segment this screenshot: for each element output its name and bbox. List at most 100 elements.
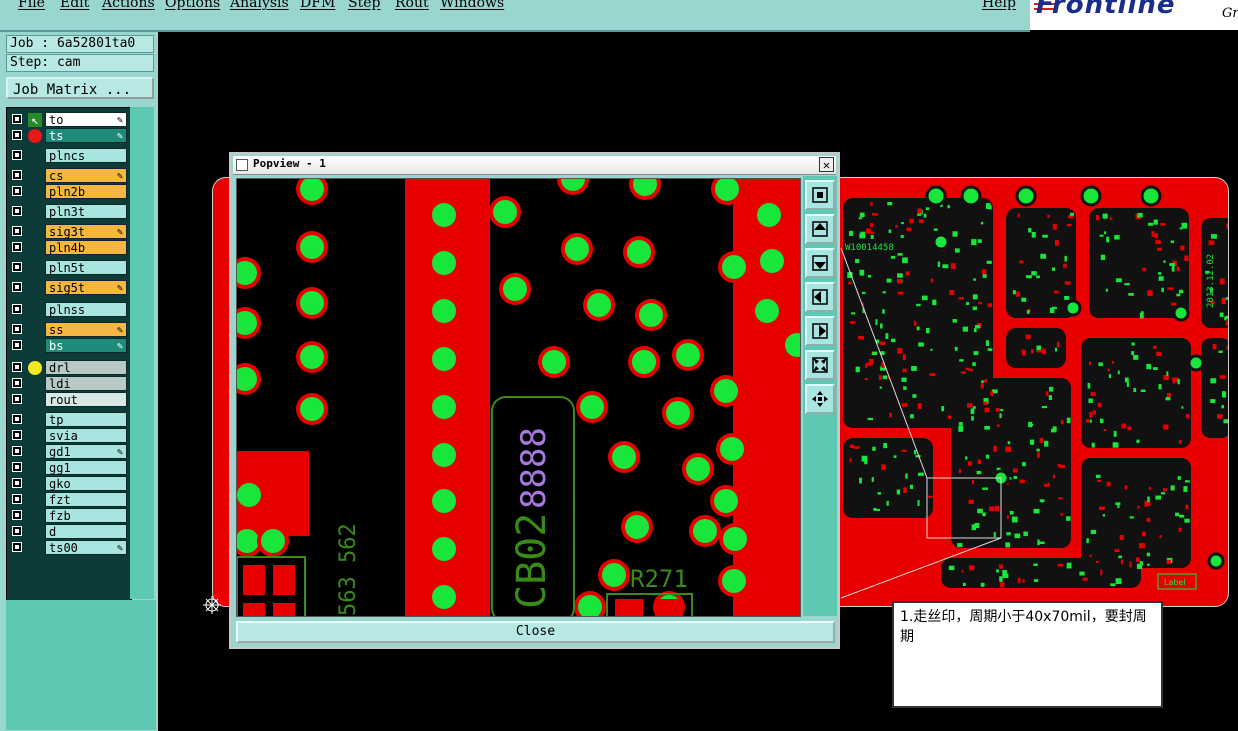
layer-row-ts[interactable]: ts ✎ — [7, 128, 131, 144]
layer-row-bs[interactable]: bs ✎ — [7, 338, 131, 354]
layer-checkbox[interactable] — [12, 362, 22, 372]
layer-name[interactable]: ldi — [45, 376, 127, 391]
layer-row-pln3t[interactable]: pln3t — [7, 204, 131, 220]
layer-name[interactable]: fzt — [45, 492, 127, 507]
move-right-button[interactable] — [805, 316, 835, 346]
layer-row-pln2b[interactable]: pln2b — [7, 184, 131, 200]
layer-row-rout[interactable]: rout — [7, 392, 131, 408]
layer-checkbox[interactable] — [12, 340, 22, 350]
move-up-button[interactable] — [805, 214, 835, 244]
layer-checkbox[interactable] — [12, 494, 22, 504]
menu-options[interactable]: Options — [165, 0, 220, 11]
layer-row-svia[interactable]: svia — [7, 428, 131, 444]
layer-row-ts00[interactable]: ts00 ✎ — [7, 540, 131, 556]
layer-checkbox[interactable] — [12, 226, 22, 236]
layer-name[interactable]: bs ✎ — [45, 338, 127, 353]
layer-name[interactable]: d — [45, 524, 127, 539]
close-button[interactable]: Close — [236, 621, 835, 643]
layer-checkbox[interactable] — [12, 206, 22, 216]
layer-name[interactable]: tp — [45, 412, 127, 427]
menu-dfm[interactable]: DFM — [300, 0, 335, 11]
layer-checkbox[interactable] — [12, 242, 22, 252]
layer-checkbox[interactable] — [12, 430, 22, 440]
layer-name[interactable]: plnss — [45, 302, 127, 317]
close-icon[interactable]: ✕ — [819, 157, 834, 172]
popview-titlebar[interactable]: Popview - 1 ✕ — [233, 156, 836, 175]
layer-name[interactable]: to ✎ — [45, 112, 127, 127]
layer-name[interactable]: ss ✎ — [45, 322, 127, 337]
layer-row-ldi[interactable]: ldi — [7, 376, 131, 392]
menu-edit[interactable]: Edit — [60, 0, 89, 11]
menu-rout[interactable]: Rout — [395, 0, 429, 11]
popview-viewport[interactable]: CB02 8888 R271 563 562 — [236, 178, 801, 617]
layer-row-drl[interactable]: drl — [7, 360, 131, 376]
zoom-out-button[interactable] — [805, 350, 835, 380]
layer-checkbox[interactable] — [12, 510, 22, 520]
layer-row-fzb[interactable]: fzb — [7, 508, 131, 524]
layer-name[interactable]: cs ✎ — [45, 168, 127, 183]
layer-row-gg1[interactable]: gg1 — [7, 460, 131, 476]
layer-checkbox[interactable] — [12, 378, 22, 388]
menu-analysis[interactable]: Analysis — [230, 0, 289, 11]
layer-checkbox[interactable] — [12, 462, 22, 472]
layer-name[interactable]: gg1 — [45, 460, 127, 475]
layer-checkbox[interactable] — [12, 394, 22, 404]
layer-list-scrollbar[interactable] — [130, 107, 154, 599]
layer-row-gd1[interactable]: gd1 ✎ — [7, 444, 131, 460]
layer-name[interactable]: drl — [45, 360, 127, 375]
layer-row-ss[interactable]: ss ✎ — [7, 322, 131, 338]
menu-actions[interactable]: Actions — [102, 0, 155, 11]
layer-name[interactable]: fzb — [45, 508, 127, 523]
layer-name[interactable]: ts ✎ — [45, 128, 127, 143]
layer-row-sig3t[interactable]: sig3t ✎ — [7, 224, 131, 240]
layer-checkbox[interactable] — [12, 414, 22, 424]
layer-checkbox[interactable] — [12, 446, 22, 456]
job-matrix-button[interactable]: Job Matrix ... — [6, 77, 154, 99]
layer-checkbox[interactable] — [12, 262, 22, 272]
layer-row-pln5t[interactable]: pln5t — [7, 260, 131, 276]
menu-step[interactable]: Step — [348, 0, 380, 11]
layer-row-pln4b[interactable]: pln4b — [7, 240, 131, 256]
layer-checkbox[interactable] — [12, 186, 22, 196]
layer-checkbox[interactable] — [12, 478, 22, 488]
layer-name[interactable]: svia — [45, 428, 127, 443]
component-pad — [965, 456, 968, 460]
component-pad — [1166, 559, 1172, 565]
move-left-button[interactable] — [805, 282, 835, 312]
layer-name[interactable]: plncs — [45, 148, 127, 163]
menu-windows[interactable]: Windows — [440, 0, 504, 11]
layer-row-cs[interactable]: cs ✎ — [7, 168, 131, 184]
layer-name[interactable]: gd1 ✎ — [45, 444, 127, 459]
layer-name[interactable]: pln2b — [45, 184, 127, 199]
layer-name[interactable]: pln3t — [45, 204, 127, 219]
layer-checkbox[interactable] — [12, 542, 22, 552]
layer-row-fzt[interactable]: fzt — [7, 492, 131, 508]
layer-row-plncs[interactable]: plncs — [7, 148, 131, 164]
zoom-fit-button[interactable] — [805, 180, 835, 210]
layer-name[interactable]: rout — [45, 392, 127, 407]
layer-checkbox[interactable] — [12, 130, 22, 140]
layer-row-to[interactable]: ↖ to ✎ — [7, 112, 131, 128]
move-down-button[interactable] — [805, 248, 835, 278]
layer-name[interactable]: sig5t ✎ — [45, 280, 127, 295]
layer-name[interactable]: pln5t — [45, 260, 127, 275]
layer-checkbox[interactable] — [12, 150, 22, 160]
layer-name[interactable]: sig3t ✎ — [45, 224, 127, 239]
layer-name[interactable]: ts00 ✎ — [45, 540, 127, 555]
menu-help[interactable]: Help — [982, 0, 1016, 11]
layer-row-d[interactable]: d — [7, 524, 131, 540]
layer-checkbox[interactable] — [12, 170, 22, 180]
layer-name[interactable]: gko — [45, 476, 127, 491]
layer-row-plnss[interactable]: plnss — [7, 302, 131, 318]
layer-name[interactable]: pln4b — [45, 240, 127, 255]
menu-file[interactable]: File — [18, 0, 45, 11]
layer-row-tp[interactable]: tp — [7, 412, 131, 428]
layer-checkbox[interactable] — [12, 526, 22, 536]
pan-button[interactable] — [805, 384, 835, 414]
layer-checkbox[interactable] — [12, 324, 22, 334]
layer-checkbox[interactable] — [12, 114, 22, 124]
layer-row-sig5t[interactable]: sig5t ✎ — [7, 280, 131, 296]
layer-checkbox[interactable] — [12, 304, 22, 314]
layer-row-gko[interactable]: gko — [7, 476, 131, 492]
layer-checkbox[interactable] — [12, 282, 22, 292]
